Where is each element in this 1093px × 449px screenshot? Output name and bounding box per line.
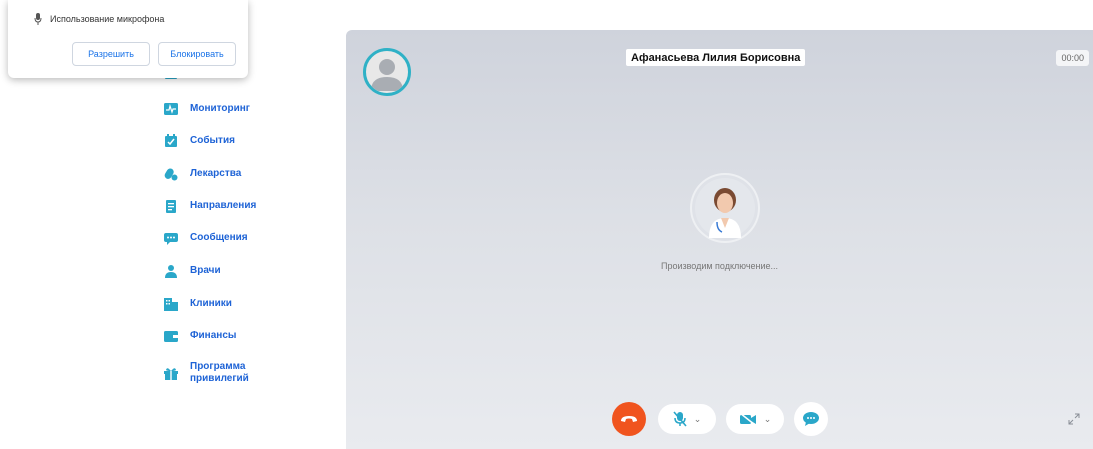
building-icon <box>164 297 178 311</box>
user-placeholder-icon <box>371 59 403 91</box>
microphone-icon <box>34 13 42 25</box>
self-avatar <box>363 48 411 96</box>
sidebar-item-label: Сообщения <box>190 232 248 243</box>
video-call-panel: Афанасьева Лилия Борисовна 00:00 Произво… <box>346 30 1093 449</box>
sidebar-item-label: Врачи <box>190 265 221 276</box>
sidebar-item-events[interactable]: События <box>164 134 235 148</box>
chevron-down-icon[interactable]: ⌄ <box>694 414 702 425</box>
wallet-icon <box>164 329 178 343</box>
sidebar-item-clinics[interactable]: Клиники <box>164 297 232 311</box>
calendar-check-icon <box>164 134 178 148</box>
sidebar-item-label: Мониторинг <box>190 103 250 114</box>
doctor-icon <box>164 264 178 278</box>
microphone-toggle[interactable]: ⌄ <box>658 404 716 434</box>
sidebar-item-label: Программа привилегий <box>190 361 249 384</box>
pills-icon <box>164 167 178 181</box>
sidebar-item-medicines[interactable]: Лекарства <box>164 167 241 181</box>
sidebar-item-privileges[interactable]: Программа привилегий <box>164 361 270 385</box>
microphone-off-icon <box>673 411 687 427</box>
end-call-button[interactable] <box>612 402 646 436</box>
sidebar-item-messages[interactable]: Сообщения <box>164 231 248 245</box>
sidebar-item-label: Лекарства <box>190 168 242 179</box>
doctor-avatar <box>690 173 760 243</box>
clipboard-icon <box>164 199 178 213</box>
sidebar-item-referrals[interactable]: Направления <box>164 199 256 213</box>
permission-row: Использование микрофона <box>34 13 164 25</box>
microphone-permission-popup: Использование микрофона Разрешить Блокир… <box>8 0 248 78</box>
sidebar-item-label: События <box>190 135 235 146</box>
sidebar-item-label: Клиники <box>190 298 232 309</box>
sidebar-item-label: Финансы <box>190 330 237 341</box>
chat-icon <box>164 231 178 245</box>
call-controls: ⌄ ⌄ <box>346 402 1093 438</box>
camera-off-icon <box>739 412 756 426</box>
gift-icon <box>164 366 178 380</box>
sidebar-item-doctors[interactable]: Врачи <box>164 264 221 278</box>
sidebar-item-finance[interactable]: Финансы <box>164 329 236 343</box>
chat-button[interactable] <box>794 402 828 436</box>
chat-bubble-icon <box>803 412 819 426</box>
block-button[interactable]: Блокировать <box>158 42 236 66</box>
chevron-down-icon[interactable]: ⌄ <box>764 414 772 425</box>
connection-status: Производим подключение... <box>660 261 779 271</box>
heart-rate-icon <box>164 102 178 116</box>
sidebar-item-label: Направления <box>190 200 257 211</box>
hang-up-icon <box>621 416 637 422</box>
camera-toggle[interactable]: ⌄ <box>726 404 784 434</box>
participant-name: Афанасьева Лилия Борисовна <box>626 49 806 66</box>
call-timer: 00:00 <box>1056 50 1089 66</box>
sidebar-item-monitoring[interactable]: Мониторинг <box>164 102 250 116</box>
expand-icon <box>1068 413 1080 425</box>
doctor-portrait-icon <box>695 178 755 238</box>
allow-button[interactable]: Разрешить <box>72 42 150 66</box>
permission-text: Использование микрофона <box>50 14 165 24</box>
fullscreen-button[interactable] <box>1067 412 1081 426</box>
